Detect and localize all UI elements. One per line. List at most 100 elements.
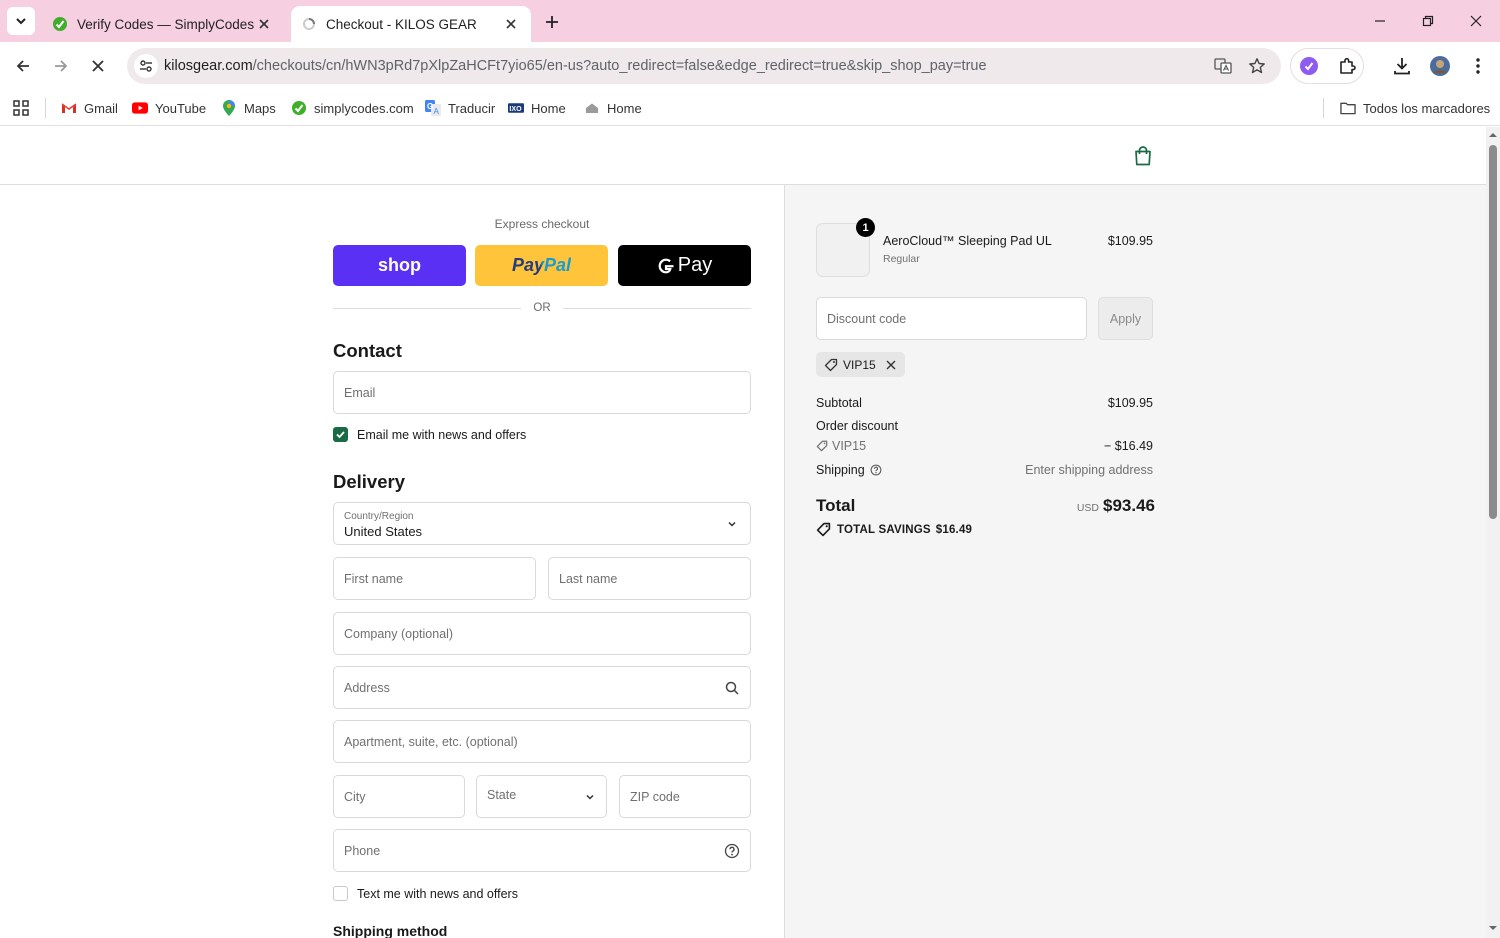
maps-pin-icon bbox=[221, 100, 237, 116]
bookmark-label: simplycodes.com bbox=[314, 100, 414, 116]
country-select[interactable]: Country/Region United States bbox=[333, 502, 751, 545]
bookmark-home-2[interactable]: Home bbox=[584, 96, 642, 120]
simplycodes-favicon-icon bbox=[52, 16, 68, 32]
bookmark-home-1[interactable]: IXO Home bbox=[508, 96, 566, 120]
email-news-checkbox[interactable] bbox=[333, 427, 348, 442]
extensions-puzzle-icon[interactable] bbox=[1335, 54, 1359, 78]
download-icon[interactable] bbox=[1390, 54, 1414, 78]
discount-code-placeholder: Discount code bbox=[827, 311, 907, 326]
text-news-checkbox-row[interactable]: Text me with news and offers bbox=[333, 886, 518, 901]
company-field[interactable]: Company (optional) bbox=[333, 612, 751, 655]
discount-code-row: VIP15 − $16.49 bbox=[816, 439, 1153, 455]
first-name-placeholder: First name bbox=[344, 571, 404, 586]
url-text: kilosgear.com/checkouts/cn/hWN3pRd7pXlpZ… bbox=[164, 58, 987, 74]
close-tab-icon[interactable] bbox=[503, 16, 519, 32]
chevron-down-icon bbox=[724, 516, 740, 532]
bookmark-youtube[interactable]: YouTube bbox=[132, 96, 206, 120]
chevron-down-icon bbox=[16, 18, 26, 25]
folder-icon bbox=[1340, 100, 1356, 116]
email-field[interactable]: Email bbox=[333, 371, 751, 414]
close-window-button[interactable] bbox=[1464, 9, 1488, 33]
page-scrollbar[interactable] bbox=[1486, 127, 1500, 938]
total-value: $93.46 bbox=[1103, 496, 1155, 515]
help-icon[interactable] bbox=[870, 464, 882, 476]
forward-button[interactable] bbox=[47, 52, 75, 80]
stop-loading-button[interactable] bbox=[84, 52, 112, 80]
phone-field[interactable]: Phone bbox=[333, 829, 751, 872]
tag-icon bbox=[824, 358, 838, 372]
product-name: AeroCloud™ Sleeping Pad UL bbox=[883, 234, 1052, 248]
google-pay-button[interactable]: Pay bbox=[618, 245, 751, 286]
order-discount-row: Order discount bbox=[816, 419, 1153, 433]
tag-icon bbox=[816, 440, 828, 452]
browser-menu-icon[interactable] bbox=[1466, 54, 1490, 78]
tab-search-button[interactable] bbox=[7, 7, 35, 35]
text-news-checkbox[interactable] bbox=[333, 886, 348, 901]
simplycodes-extension-icon[interactable] bbox=[1297, 54, 1321, 78]
bookmark-star-icon[interactable] bbox=[1247, 56, 1267, 76]
zip-field[interactable]: ZIP code bbox=[619, 775, 751, 818]
apply-discount-button[interactable]: Apply bbox=[1098, 297, 1153, 340]
google-g-icon bbox=[657, 257, 675, 275]
bookmark-label: YouTube bbox=[155, 100, 207, 116]
help-icon[interactable] bbox=[724, 843, 740, 859]
google-translate-icon: GA bbox=[425, 100, 441, 116]
translate-icon[interactable] bbox=[1213, 56, 1233, 76]
svg-text:G: G bbox=[427, 102, 433, 111]
bookmark-traducir[interactable]: GA Traducir bbox=[425, 96, 495, 120]
total-currency: USD bbox=[1076, 502, 1099, 514]
total-label: Total bbox=[816, 496, 856, 515]
paypal-button[interactable]: PayPal bbox=[475, 245, 608, 286]
email-news-checkbox-row[interactable]: Email me with news and offers bbox=[333, 427, 526, 442]
scroll-up-arrow-icon[interactable] bbox=[1489, 131, 1497, 139]
address-field[interactable]: Address bbox=[333, 666, 751, 709]
discount-code-field[interactable]: Discount code bbox=[816, 297, 1087, 340]
state-select[interactable]: State bbox=[476, 775, 607, 818]
country-value: United States bbox=[344, 524, 423, 539]
arrow-left-icon bbox=[16, 60, 29, 72]
tab-checkout[interactable]: Checkout - KILOS GEAR bbox=[291, 6, 531, 42]
tab-simplycodes[interactable]: Verify Codes — SimplyCodes bbox=[44, 6, 284, 42]
bookmark-gmail[interactable]: Gmail bbox=[61, 96, 118, 120]
apartment-field[interactable]: Apartment, suite, etc. (optional) bbox=[333, 720, 751, 763]
product-price: $109.95 bbox=[1107, 234, 1153, 248]
address-bar[interactable]: kilosgear.com/checkouts/cn/hWN3pRd7pXlpZ… bbox=[127, 48, 1281, 84]
bookmark-simplycodes[interactable]: simplycodes.com bbox=[291, 96, 414, 120]
bookmark-maps[interactable]: Maps bbox=[221, 96, 276, 120]
email-placeholder: Email bbox=[344, 385, 376, 400]
all-bookmarks-folder[interactable]: Todos los marcadores bbox=[1340, 96, 1490, 120]
home-site-icon bbox=[584, 100, 600, 116]
profile-avatar[interactable] bbox=[1428, 54, 1452, 78]
company-placeholder: Company (optional) bbox=[344, 626, 454, 641]
applied-code-label: VIP15 bbox=[843, 357, 876, 372]
site-info-button[interactable] bbox=[134, 54, 158, 78]
shipping-row: Shipping Enter shipping address bbox=[816, 463, 1153, 477]
city-field[interactable]: City bbox=[333, 775, 465, 818]
last-name-placeholder: Last name bbox=[559, 571, 618, 586]
scrollbar-thumb[interactable] bbox=[1489, 145, 1497, 519]
last-name-field[interactable]: Last name bbox=[548, 557, 751, 600]
country-label: Country/Region bbox=[344, 511, 414, 522]
remove-discount-icon[interactable] bbox=[885, 359, 897, 371]
bookmark-label: Gmail bbox=[84, 100, 118, 116]
tag-icon bbox=[816, 522, 831, 537]
plus-icon bbox=[546, 16, 558, 28]
shipping-value: Enter shipping address bbox=[1025, 463, 1153, 477]
new-tab-button[interactable] bbox=[540, 10, 564, 34]
first-name-field[interactable]: First name bbox=[333, 557, 536, 600]
close-tab-icon[interactable] bbox=[256, 16, 272, 32]
shop-pay-button[interactable]: shop bbox=[333, 245, 466, 286]
browser-toolbar: kilosgear.com/checkouts/cn/hWN3pRd7pXlpZ… bbox=[0, 42, 1500, 90]
shopping-bag-icon[interactable] bbox=[1133, 145, 1153, 167]
apps-grid-icon[interactable] bbox=[12, 96, 30, 120]
paypal-logo-text: PayPal bbox=[511, 255, 572, 275]
minimize-button[interactable] bbox=[1368, 9, 1392, 33]
state-placeholder: State bbox=[487, 788, 517, 802]
email-news-label: Email me with news and offers bbox=[357, 427, 527, 442]
back-button[interactable] bbox=[9, 52, 37, 80]
scroll-down-arrow-icon[interactable] bbox=[1489, 924, 1497, 932]
bookmark-label: Traducir bbox=[448, 100, 496, 116]
address-placeholder: Address bbox=[344, 680, 390, 695]
restore-button[interactable] bbox=[1416, 9, 1440, 33]
subtotal-label: Subtotal bbox=[816, 396, 862, 410]
